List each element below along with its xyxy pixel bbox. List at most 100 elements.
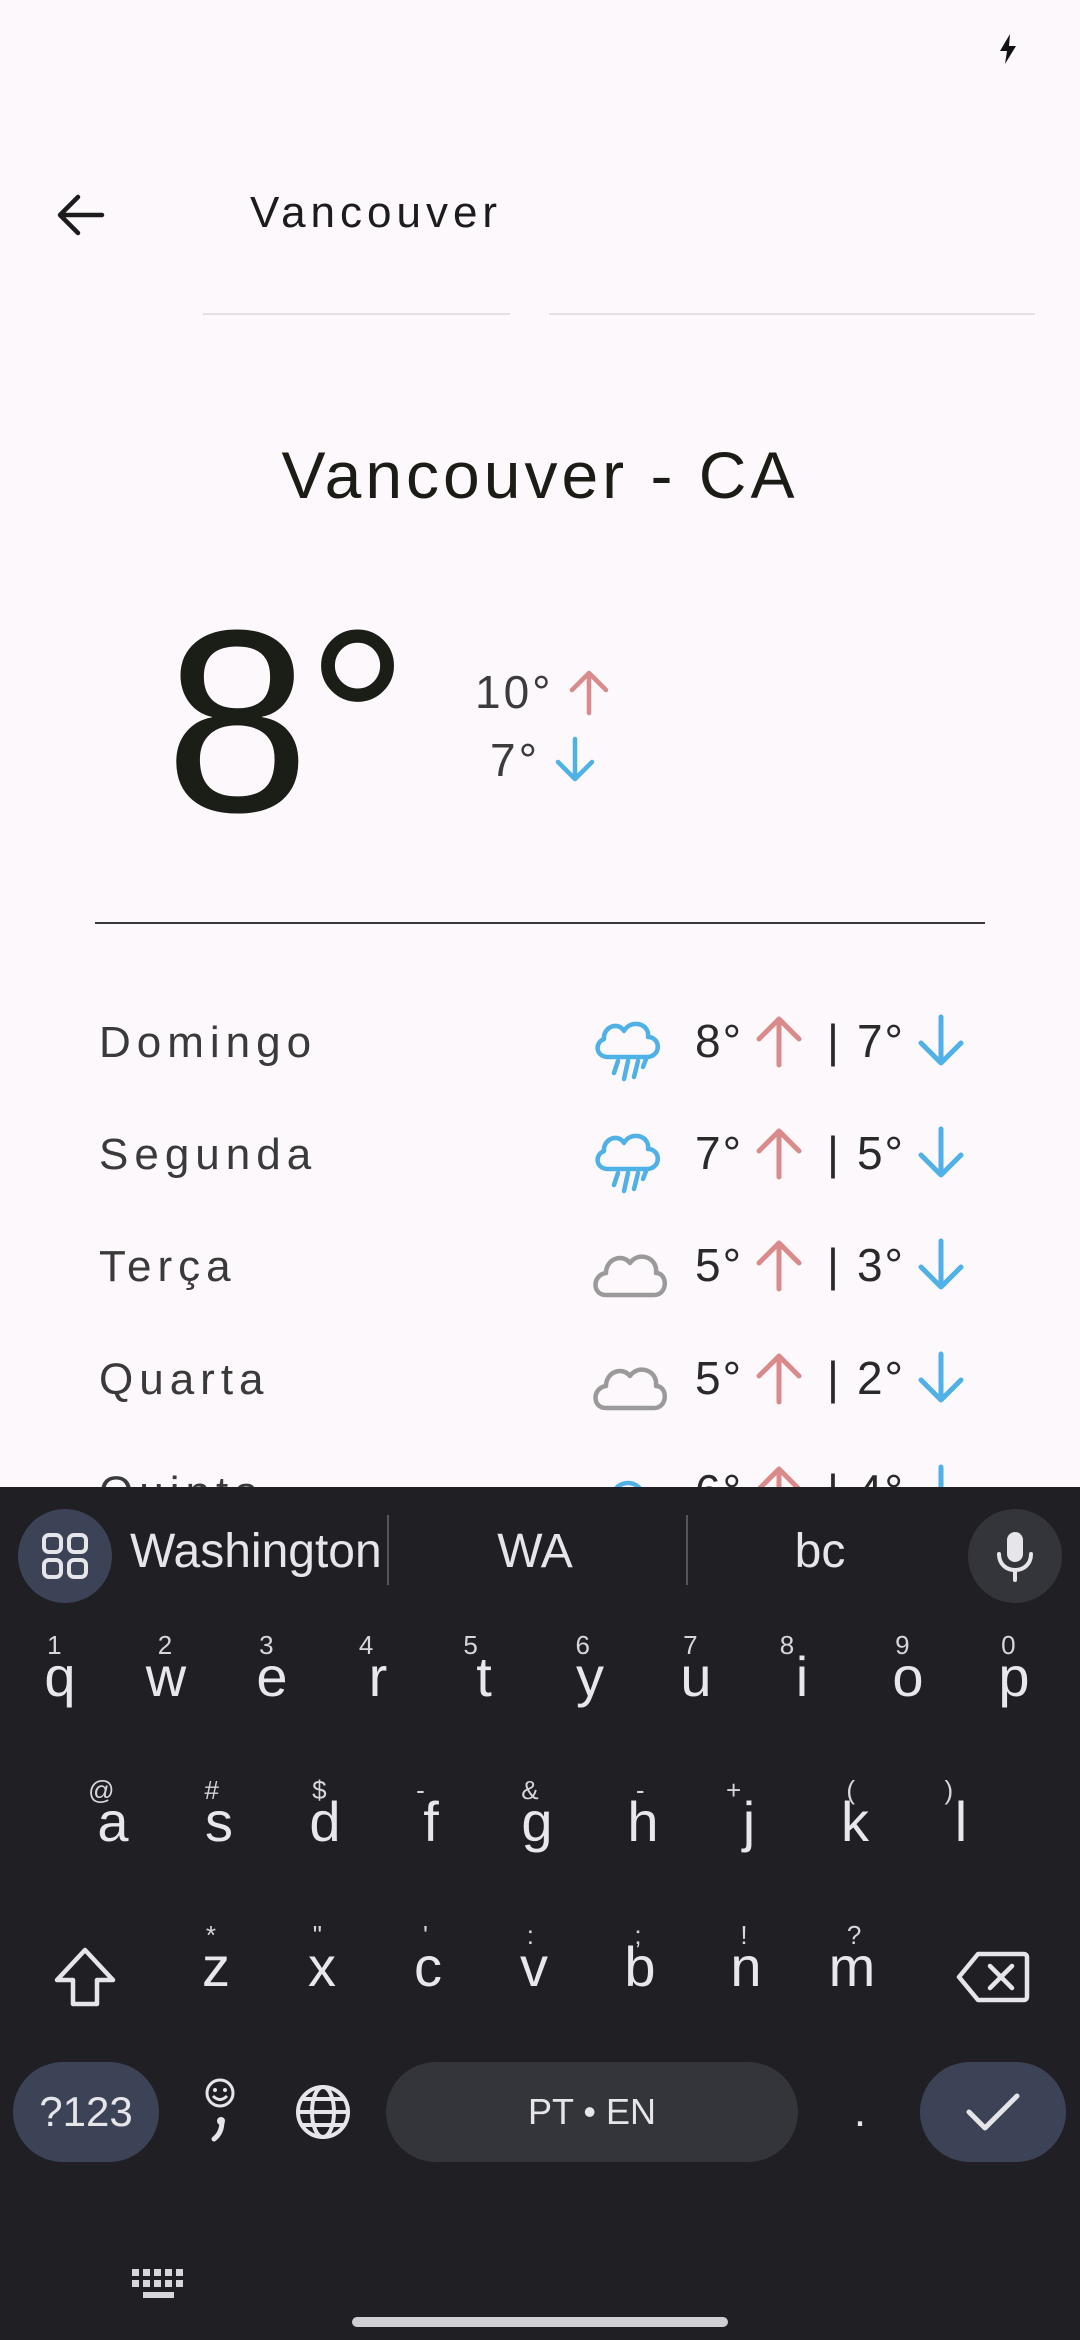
key-letter: b; bbox=[624, 1907, 655, 2027]
forecast-low: 5° bbox=[856, 1127, 905, 1179]
key-n[interactable]: n! bbox=[696, 1907, 796, 2027]
key-d[interactable]: d $ bbox=[275, 1762, 375, 1882]
key-letter: t5 bbox=[463, 1617, 491, 1737]
search-underline-secondary bbox=[549, 313, 1035, 315]
key-w[interactable]: w2 bbox=[116, 1617, 216, 1737]
key-hint: 0 bbox=[1001, 1630, 1016, 1660]
key-s[interactable]: s # bbox=[169, 1762, 269, 1882]
key-letter: q1 bbox=[44, 1617, 75, 1737]
key-v[interactable]: v: bbox=[484, 1907, 584, 2027]
key-hint: - bbox=[416, 1775, 425, 1805]
space-key[interactable]: PT • EN bbox=[386, 2062, 798, 2162]
key-h[interactable]: h- bbox=[593, 1762, 693, 1882]
suggestion-3[interactable]: bc bbox=[700, 1517, 940, 1587]
key-letter: w2 bbox=[146, 1617, 186, 1737]
key-hint: + bbox=[726, 1775, 742, 1805]
key-letter: u7 bbox=[680, 1617, 711, 1737]
home-indicator[interactable] bbox=[352, 2317, 728, 2327]
key-hint: ( bbox=[846, 1775, 855, 1805]
arrow-down-icon bbox=[918, 1351, 964, 1403]
key-f[interactable]: f- bbox=[381, 1762, 481, 1882]
key-hint: ; bbox=[634, 1920, 642, 1950]
key-b[interactable]: b; bbox=[590, 1907, 690, 2027]
key-letter: f- bbox=[416, 1762, 439, 1882]
enter-key[interactable] bbox=[920, 2062, 1066, 2162]
key-letter: i8 bbox=[780, 1617, 808, 1737]
status-bar bbox=[0, 0, 1080, 100]
forecast-low: 3° bbox=[856, 1239, 905, 1291]
language-key[interactable] bbox=[283, 2062, 363, 2162]
arrow-down-icon bbox=[918, 1238, 964, 1290]
shift-key[interactable] bbox=[40, 1922, 130, 2032]
key-letter: z * bbox=[202, 1907, 230, 2027]
key-r[interactable]: r4 bbox=[328, 1617, 428, 1737]
key-letter: p0 bbox=[998, 1617, 1029, 1737]
city-title: Vancouver - CA bbox=[281, 438, 799, 512]
key-hint: 1 bbox=[47, 1630, 62, 1660]
arrow-down-icon bbox=[918, 1126, 964, 1178]
key-x[interactable]: x " bbox=[272, 1907, 372, 2027]
arrow-up-icon bbox=[756, 1128, 802, 1180]
key-hint: ) bbox=[944, 1775, 954, 1805]
keyboard-hide-icon[interactable] bbox=[130, 2267, 188, 2303]
keyboard-menu-button[interactable] bbox=[18, 1509, 112, 1603]
key-hint: - bbox=[635, 1775, 645, 1805]
backspace-icon bbox=[956, 1951, 1029, 2003]
key-hint: ' bbox=[423, 1920, 428, 1950]
shift-icon bbox=[54, 1947, 116, 2007]
period-key[interactable]: . bbox=[820, 2062, 900, 2162]
key-letter: m? bbox=[829, 1907, 876, 2027]
forecast-high: 8° bbox=[695, 1015, 743, 1067]
key-j[interactable]: j + bbox=[699, 1762, 799, 1882]
key-y[interactable]: y6 bbox=[540, 1617, 640, 1737]
forecast-separator: | bbox=[826, 1127, 841, 1179]
key-c[interactable]: c ' bbox=[378, 1907, 478, 2027]
symbols-key[interactable]: ?123 bbox=[13, 2062, 159, 2162]
key-l[interactable]: l) bbox=[911, 1762, 1011, 1882]
key-z[interactable]: z * bbox=[166, 1907, 266, 2027]
key-letter: a @ bbox=[88, 1762, 128, 1882]
key-hint: 2 bbox=[157, 1630, 173, 1660]
key-u[interactable]: u7 bbox=[646, 1617, 746, 1737]
rain-cloud-icon bbox=[595, 1021, 660, 1082]
today-high: 10° bbox=[475, 665, 614, 719]
key-hint: * bbox=[205, 1920, 216, 1950]
key-letter: o9 bbox=[892, 1617, 923, 1737]
backspace-key[interactable] bbox=[945, 1922, 1040, 2032]
checkmark-icon bbox=[966, 2093, 1020, 2131]
key-letter: d $ bbox=[309, 1762, 340, 1882]
back-button[interactable] bbox=[40, 175, 120, 255]
key-hint: : bbox=[526, 1920, 534, 1950]
keyboard: Washington WA bc q 1 w 2 e 3 r 4 t 5 y 6 u 7 i 8 o 9 p 0 a @ s… bbox=[0, 1487, 1080, 2340]
key-g[interactable]: g & bbox=[487, 1762, 587, 1882]
forecast-temps: 5° | 2° bbox=[695, 1348, 979, 1408]
forecast-separator: | bbox=[826, 1015, 841, 1067]
key-t[interactable]: t5 bbox=[434, 1617, 534, 1737]
key-letter: n! bbox=[730, 1907, 761, 2027]
key-p[interactable]: p0 bbox=[964, 1617, 1064, 1737]
key-letter: k( bbox=[841, 1762, 869, 1882]
key-q[interactable]: q1 bbox=[10, 1617, 110, 1737]
key-hint: ! bbox=[740, 1920, 748, 1950]
key-e[interactable]: e3 bbox=[222, 1617, 322, 1737]
key-hint: 5 bbox=[463, 1630, 478, 1660]
forecast-row: Domingo 8° | 7° bbox=[0, 993, 1080, 1103]
forecast-day: Domingo bbox=[99, 1018, 318, 1067]
suggestion-2[interactable]: WA bbox=[400, 1517, 670, 1587]
key-letter: v: bbox=[520, 1907, 548, 2027]
key-hint: & bbox=[521, 1775, 539, 1805]
key-k[interactable]: k( bbox=[805, 1762, 905, 1882]
key-hint: 8 bbox=[779, 1630, 795, 1660]
search-input[interactable]: Vancouver bbox=[250, 180, 502, 246]
suggestion-1[interactable]: Washington bbox=[130, 1517, 382, 1587]
key-letter: j + bbox=[726, 1762, 755, 1882]
key-hint: $ bbox=[312, 1775, 327, 1805]
key-o[interactable]: o9 bbox=[858, 1617, 958, 1737]
key-a[interactable]: a @ bbox=[63, 1762, 163, 1882]
key-m[interactable]: m? bbox=[802, 1907, 902, 2027]
emoji-key[interactable] bbox=[185, 2062, 255, 2162]
key-i[interactable]: i8 bbox=[752, 1617, 852, 1737]
microphone-icon bbox=[997, 1532, 1033, 1582]
cloud-icon bbox=[593, 1367, 667, 1411]
key-hint: ? bbox=[846, 1920, 862, 1950]
